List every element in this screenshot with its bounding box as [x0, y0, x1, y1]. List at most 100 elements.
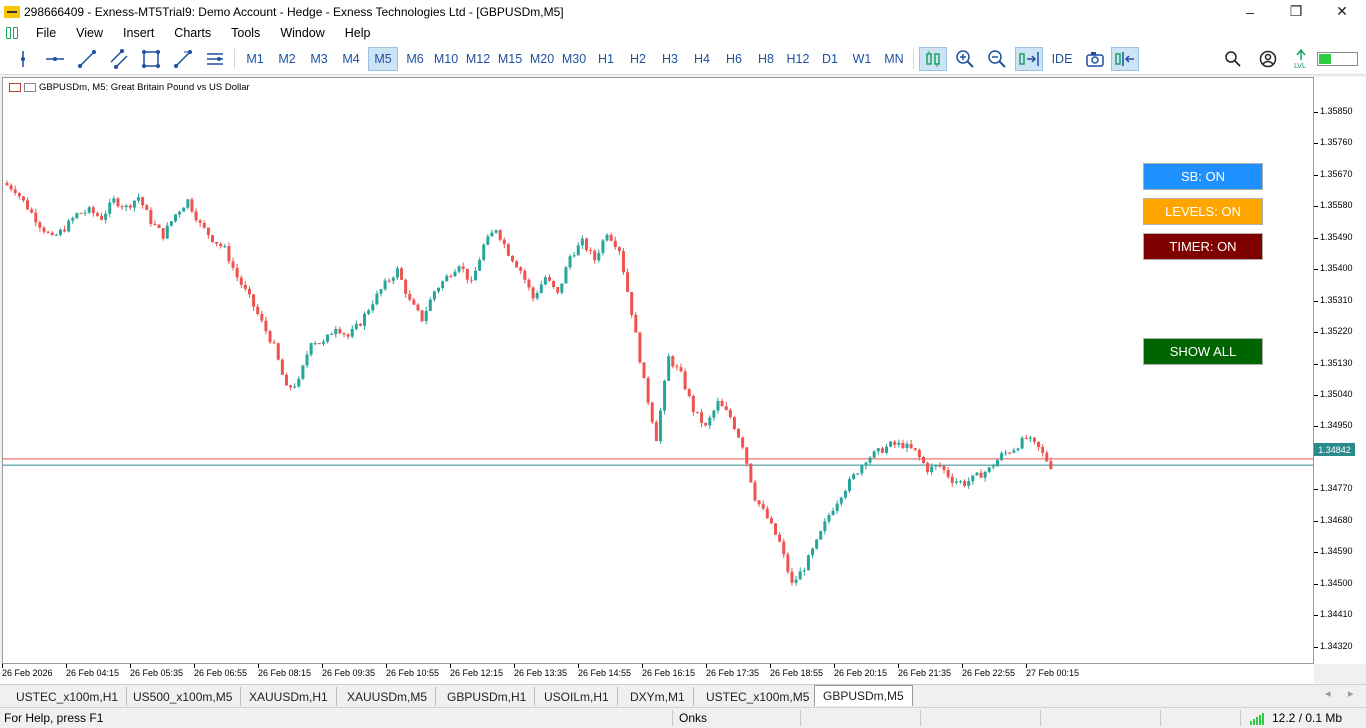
timeframe-h8[interactable]: H8: [751, 47, 781, 71]
ide-button[interactable]: IDE: [1047, 47, 1077, 71]
timeframe-mn[interactable]: MN: [879, 47, 909, 71]
timeframe-m5[interactable]: M5: [368, 47, 398, 71]
price-label: 1.35400: [1320, 263, 1353, 274]
menu-view[interactable]: View: [66, 26, 113, 40]
tab-xauusd-h1[interactable]: XAUUSDm,H1: [241, 687, 337, 706]
candle-body: [219, 243, 223, 247]
tab-dxy-m1[interactable]: DXYm,M1: [622, 687, 694, 706]
candle-body: [601, 240, 605, 253]
search-icon[interactable]: [1222, 47, 1244, 71]
timeframe-m10[interactable]: M10: [431, 47, 461, 71]
app-icon: [4, 5, 20, 18]
tab-xauusd-m5[interactable]: XAUUSDm,M5: [339, 687, 437, 706]
horizontal-line-icon[interactable]: [44, 47, 66, 71]
object-show-all-button[interactable]: SHOW ALL: [1143, 338, 1263, 365]
timeframe-m1[interactable]: M1: [240, 47, 270, 71]
candle-body: [876, 448, 880, 452]
object-timer-button[interactable]: TIMER: ON: [1143, 233, 1263, 260]
candle-body: [880, 448, 884, 453]
tab-gbpusd-h1[interactable]: GBPUSDm,H1: [439, 687, 536, 706]
tab-gbpusd-m5[interactable]: GBPUSDm,M5: [814, 685, 913, 706]
close-button[interactable]: ✕: [1319, 0, 1365, 23]
time-label: 26 Feb 2026: [2, 668, 53, 678]
candle-body: [658, 410, 662, 442]
autoscroll-icon[interactable]: [1015, 47, 1043, 71]
candle-body: [765, 508, 769, 519]
candle-body: [683, 371, 687, 390]
timeframe-m3[interactable]: M3: [304, 47, 334, 71]
timeframe-m6[interactable]: M6: [400, 47, 430, 71]
timeframe-m2[interactable]: M2: [272, 47, 302, 71]
tab-scroll-right-icon[interactable]: ▸: [1348, 687, 1354, 700]
menu-window[interactable]: Window: [270, 26, 334, 40]
candle-body: [774, 523, 778, 535]
candle-body: [280, 359, 284, 375]
timeframe-m12[interactable]: M12: [463, 47, 493, 71]
screenshot-icon[interactable]: [1082, 47, 1108, 71]
chart-window[interactable]: GBPUSDm, M5: Great Britain Pound vs US D…: [2, 77, 1314, 664]
candle-body: [38, 222, 42, 228]
chart-menu-icon[interactable]: [6, 27, 20, 39]
shapes-icon[interactable]: [140, 47, 162, 71]
candle-body: [124, 205, 128, 208]
time-axis[interactable]: 26 Feb 2026 26 Feb 04:15 26 Feb 05:35 26 Fe…: [0, 664, 1314, 684]
menu-tools[interactable]: Tools: [221, 26, 270, 40]
candle-body: [700, 412, 704, 424]
candle-body: [1041, 447, 1045, 453]
candlestick-chart[interactable]: [3, 78, 1313, 663]
candle-body: [547, 277, 551, 281]
candle-body: [486, 236, 490, 245]
tab-ustec-m5[interactable]: USTEC_x100m,M5: [698, 687, 819, 706]
candle-body: [445, 275, 449, 282]
maximize-button[interactable]: ❐: [1273, 0, 1319, 23]
timeframe-m30[interactable]: M30: [559, 47, 589, 71]
tab-ustec-h1[interactable]: USTEC_x100m,H1: [8, 687, 128, 706]
timeframe-h2[interactable]: H2: [623, 47, 653, 71]
timeframe-m15[interactable]: M15: [495, 47, 525, 71]
timeframe-h4[interactable]: H4: [687, 47, 717, 71]
timeframe-d1[interactable]: D1: [815, 47, 845, 71]
object-sb-button[interactable]: SB: ON: [1143, 163, 1263, 190]
menu-file[interactable]: File: [26, 26, 66, 40]
candle-body: [1045, 452, 1049, 462]
zoom-out-icon[interactable]: [984, 47, 1010, 71]
fibonacci-icon[interactable]: [172, 47, 194, 71]
crosshair-icon[interactable]: [12, 47, 34, 71]
menu-charts[interactable]: Charts: [164, 26, 221, 40]
candle-body: [87, 207, 91, 213]
candle-body: [802, 570, 806, 572]
timeframe-m4[interactable]: M4: [336, 47, 366, 71]
tab-us500-m5[interactable]: US500_x100m,M5: [125, 687, 242, 706]
time-label: 26 Feb 12:15: [450, 668, 504, 678]
account-icon[interactable]: [1257, 47, 1279, 71]
menu-insert[interactable]: Insert: [113, 26, 164, 40]
object-levels-button[interactable]: LEVELS: ON: [1143, 198, 1263, 225]
objects-list-icon[interactable]: [204, 47, 226, 71]
candle-body: [523, 270, 527, 280]
vps-icon[interactable]: LVL: [1291, 47, 1311, 71]
timeframe-h3[interactable]: H3: [655, 47, 685, 71]
price-axis[interactable]: 1.35850 1.35760 1.35670 1.35580 1.35490 1.354…: [1314, 77, 1366, 664]
tab-scroll-left-icon[interactable]: ◂: [1325, 687, 1331, 700]
candle-body: [313, 343, 317, 345]
candlesticks-icon[interactable]: [919, 47, 947, 71]
channel-icon[interactable]: [108, 47, 130, 71]
candle-body: [153, 223, 157, 225]
chart-shift-icon[interactable]: [1111, 47, 1139, 71]
trendline-icon[interactable]: [76, 47, 98, 71]
tab-usoil-h1[interactable]: USOILm,H1: [536, 687, 618, 706]
candle-body: [519, 267, 523, 271]
minimize-button[interactable]: –: [1227, 0, 1273, 23]
price-tick: [1314, 363, 1318, 365]
timeframe-h6[interactable]: H6: [719, 47, 749, 71]
price-tick: [1314, 332, 1318, 334]
candle-body: [794, 579, 798, 583]
timeframe-h1[interactable]: H1: [591, 47, 621, 71]
zoom-in-icon[interactable]: [952, 47, 978, 71]
timeframe-w1[interactable]: W1: [847, 47, 877, 71]
timeframe-m20[interactable]: M20: [527, 47, 557, 71]
candle-body: [91, 207, 95, 214]
menu-help[interactable]: Help: [335, 26, 381, 40]
price-label: 1.34500: [1320, 577, 1353, 588]
timeframe-h12[interactable]: H12: [783, 47, 813, 71]
